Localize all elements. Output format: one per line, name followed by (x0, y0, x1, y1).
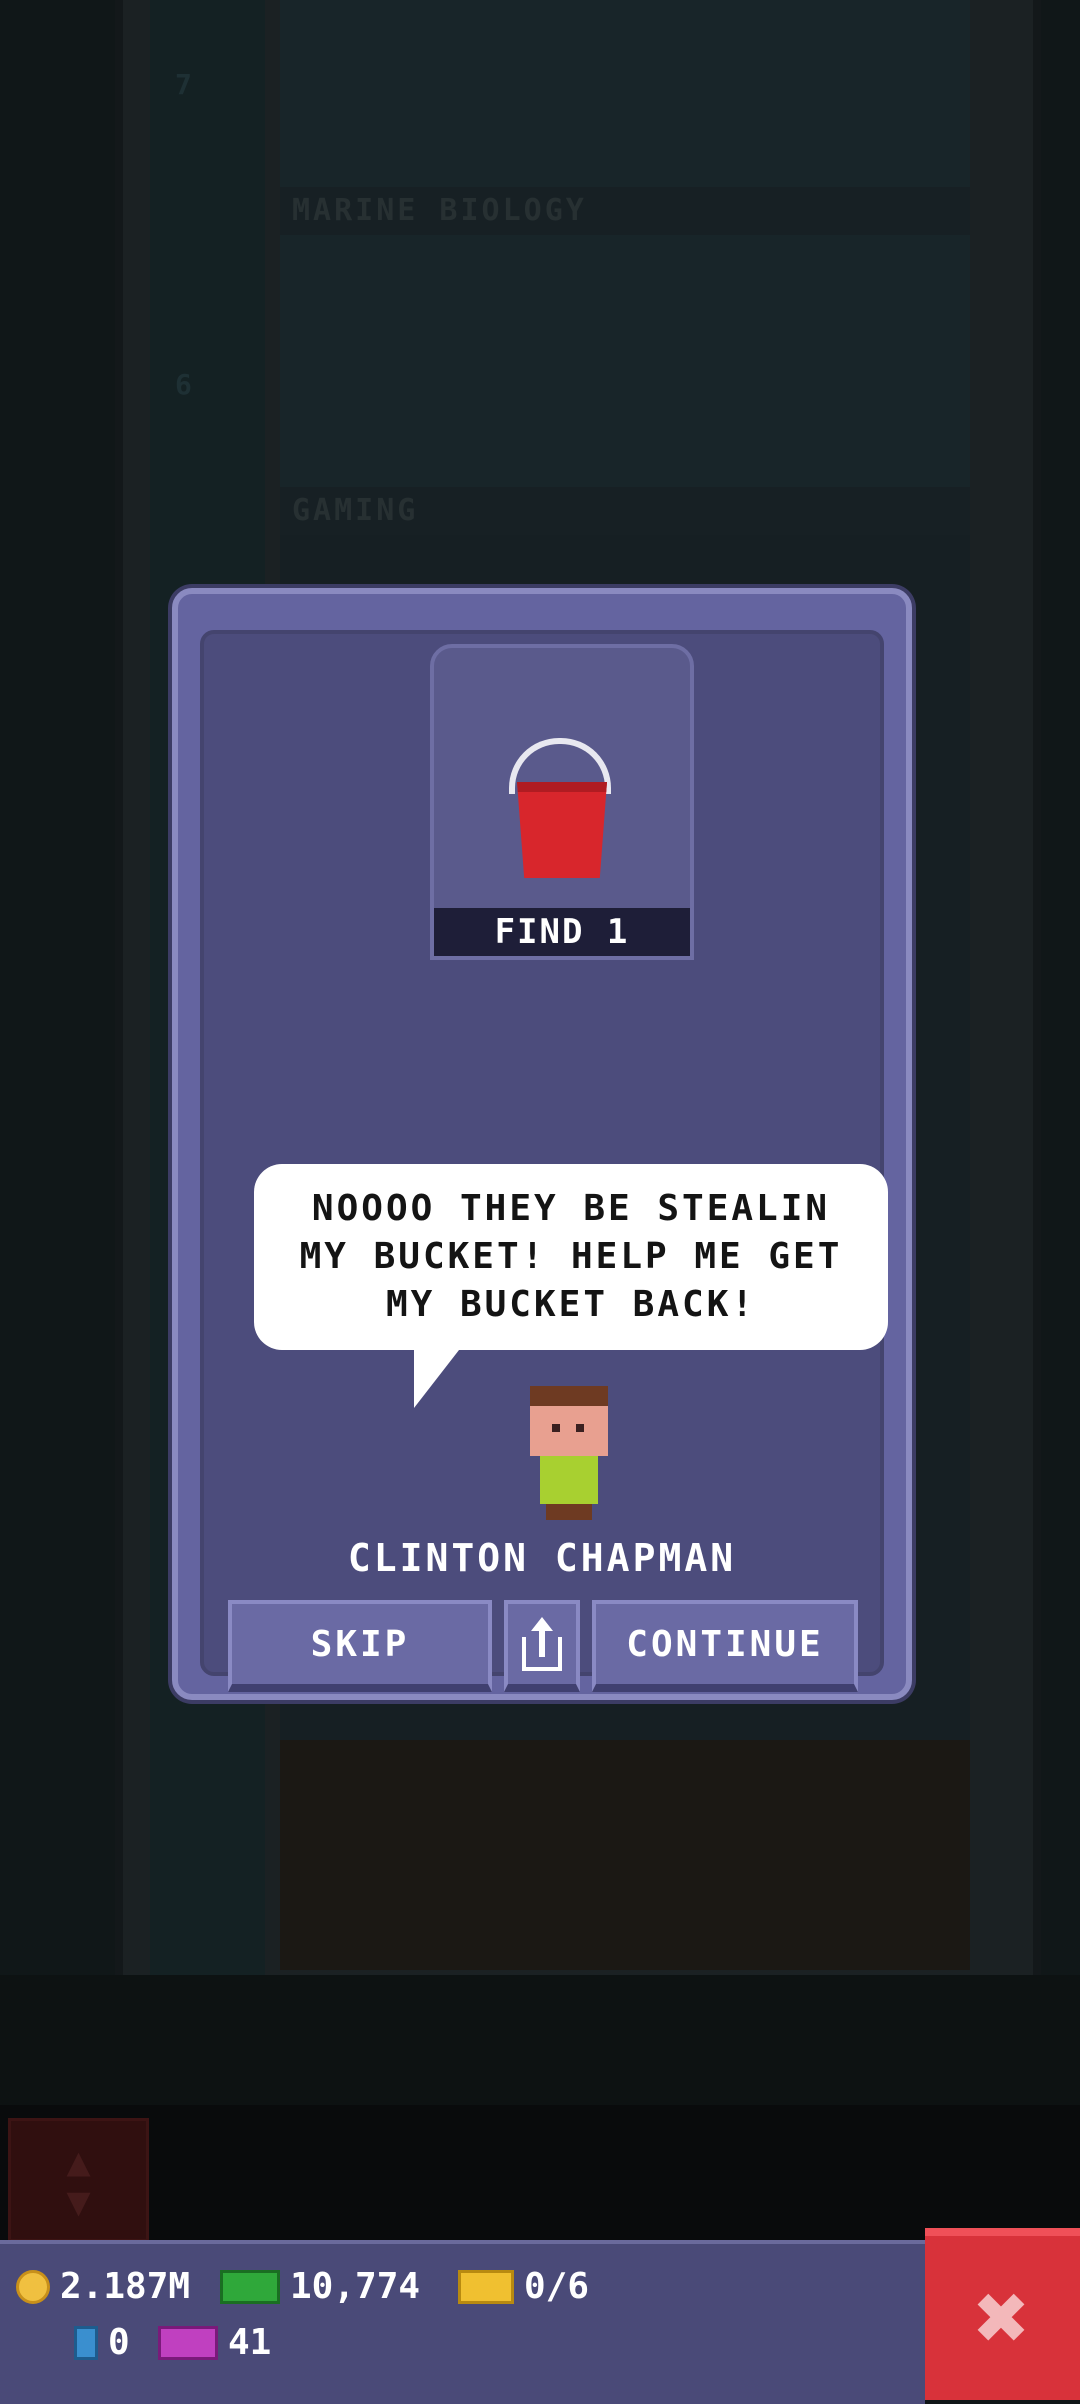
ticket-icon (458, 2269, 514, 2304)
vip-value: 41 (228, 2322, 272, 2363)
share-icon (522, 1617, 562, 1671)
blue-card-icon (74, 2325, 98, 2360)
vip-icon (158, 2325, 218, 2360)
npc-avatar (524, 1386, 614, 1526)
continue-button[interactable]: CONTINUE (592, 1600, 858, 1692)
blue-item-display[interactable]: 0 (74, 2322, 130, 2363)
skip-button[interactable]: SKIP (228, 1600, 492, 1692)
coins-display[interactable]: 2.187M (16, 2266, 190, 2307)
bux-icon (220, 2269, 280, 2304)
speech-bubble-tail (414, 1350, 459, 1408)
continue-button-label: CONTINUE (626, 1623, 824, 1665)
coin-icon (16, 2269, 50, 2304)
vip-display[interactable]: 41 (158, 2322, 271, 2363)
close-icon: ✖ (974, 2264, 1031, 2371)
resource-bar: 2.187M 10,774 0/6 0 41 (0, 2240, 925, 2404)
coins-value: 2.187M (60, 2266, 191, 2307)
npc-name: CLINTON CHAPMAN (347, 1536, 737, 1580)
tickets-display[interactable]: 0/6 (458, 2266, 589, 2307)
bux-display[interactable]: 10,774 (220, 2266, 420, 2307)
mission-label: FIND 1 (434, 908, 690, 956)
mission-dialog: FIND 1 NOOOO THEY BE STEALIN MY BUCKET! … (172, 588, 912, 1700)
close-button[interactable]: ✖ (925, 2228, 1080, 2400)
bux-value: 10,774 (290, 2266, 421, 2307)
speech-text: NOOOO THEY BE STEALIN MY BUCKET! HELP ME… (299, 1188, 843, 1325)
speech-bubble: NOOOO THEY BE STEALIN MY BUCKET! HELP ME… (254, 1164, 888, 1350)
bucket-icon (507, 738, 617, 878)
tickets-value: 0/6 (524, 2266, 590, 2307)
dialog-panel: FIND 1 NOOOO THEY BE STEALIN MY BUCKET! … (200, 630, 888, 1692)
skip-button-label: SKIP (310, 1623, 410, 1665)
share-button[interactable] (504, 1600, 580, 1692)
blue-item-value: 0 (108, 2322, 130, 2363)
mission-card: FIND 1 (430, 644, 694, 960)
